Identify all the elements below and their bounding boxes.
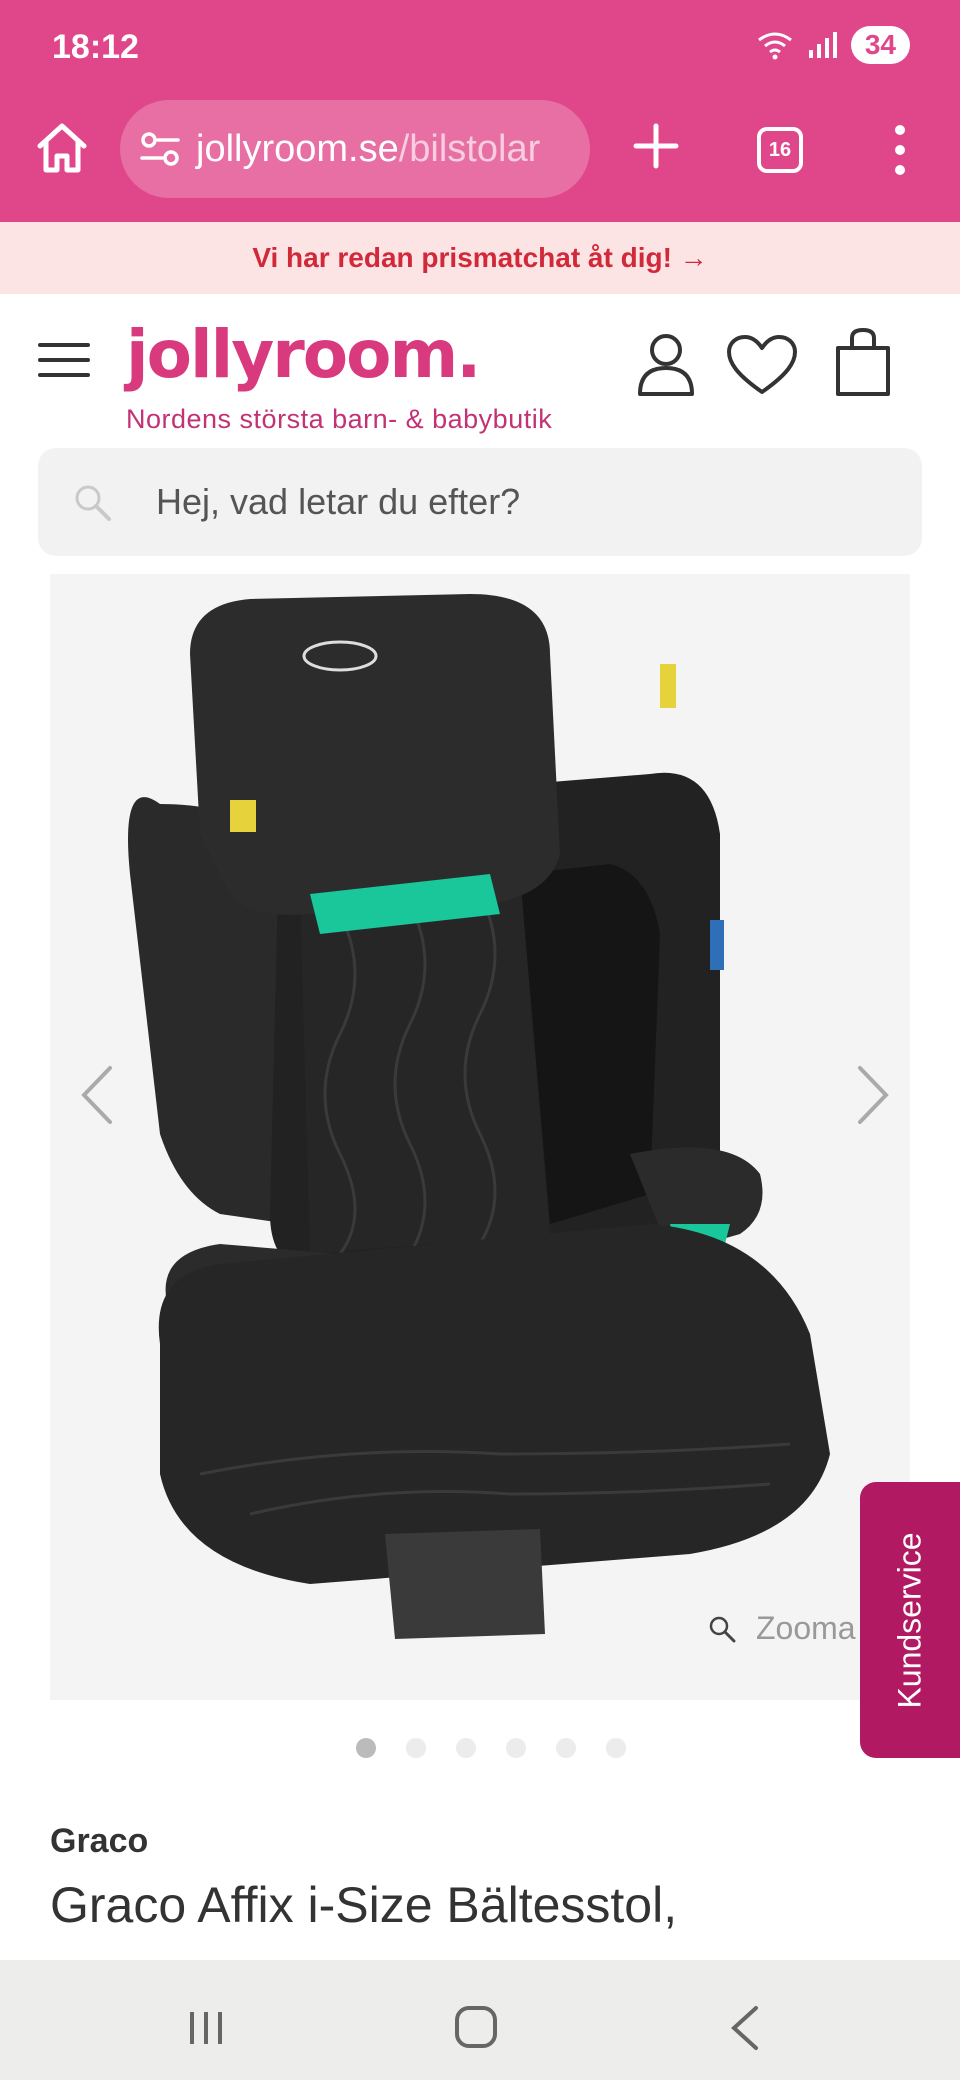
gallery-pagination — [356, 1738, 626, 1758]
zoom-label[interactable]: Zooma — [756, 1610, 856, 1647]
url-host: jollyroom.se — [196, 127, 399, 170]
site-settings-icon[interactable] — [140, 131, 180, 167]
chevron-right-icon[interactable] — [850, 1060, 894, 1130]
product-title: Graco Affix i-Size Bältesstol, — [50, 1877, 678, 1933]
overflow-menu-icon[interactable] — [880, 120, 920, 180]
pagination-dot[interactable] — [356, 1738, 376, 1758]
car-seat-image — [128, 594, 830, 1639]
home-icon[interactable] — [34, 120, 90, 176]
browser-chrome: 18:12 34 jollyroom.se/bilstolar 16 — [0, 0, 960, 222]
price-match-banner[interactable]: Vi har redan prismatchat åt dig! → — [0, 222, 960, 294]
customer-service-label: Kundservice — [891, 1531, 928, 1709]
battery-indicator: 34 — [850, 26, 910, 64]
pagination-dot[interactable] — [406, 1738, 426, 1758]
pagination-dot[interactable] — [456, 1738, 476, 1758]
hamburger-menu-icon[interactable] — [38, 340, 90, 380]
site-logo[interactable]: jollyroom. — [126, 316, 481, 393]
product-image[interactable] — [50, 574, 910, 1700]
zoom-icon — [709, 1616, 736, 1642]
address-bar[interactable]: jollyroom.se/bilstolar — [120, 100, 590, 198]
system-home-icon[interactable] — [455, 2006, 497, 2048]
zoom-control[interactable]: Zooma — [708, 1610, 856, 1647]
status-time: 18:12 — [52, 28, 139, 66]
system-navigation-bar — [0, 1960, 960, 2080]
shopping-bag-icon[interactable] — [834, 326, 892, 398]
account-icon[interactable] — [636, 332, 696, 396]
status-icons: 34 — [755, 26, 910, 64]
search-placeholder[interactable]: Hej, vad letar du efter? — [156, 481, 520, 523]
tab-switcher-button[interactable]: 16 — [757, 127, 803, 173]
search-bar[interactable]: Hej, vad letar du efter? — [38, 448, 922, 556]
recent-apps-icon[interactable] — [186, 2008, 226, 2048]
wishlist-heart-icon[interactable] — [726, 334, 798, 396]
back-icon[interactable] — [728, 2004, 762, 2052]
signal-icon — [808, 32, 837, 58]
url-text[interactable]: jollyroom.se/bilstolar — [196, 128, 540, 171]
url-path: /bilstolar — [398, 127, 541, 170]
site-tagline: Nordens största barn- & babybutik — [126, 404, 553, 434]
pagination-dot[interactable] — [506, 1738, 526, 1758]
chevron-left-icon[interactable] — [76, 1060, 120, 1130]
product-brand[interactable]: Graco — [50, 1822, 148, 1861]
pagination-dot[interactable] — [556, 1738, 576, 1758]
wifi-icon — [757, 32, 792, 60]
new-tab-icon[interactable] — [628, 118, 684, 174]
search-icon — [75, 485, 111, 521]
pagination-dot[interactable] — [606, 1738, 626, 1758]
customer-service-tab[interactable]: Kundservice — [860, 1482, 960, 1758]
